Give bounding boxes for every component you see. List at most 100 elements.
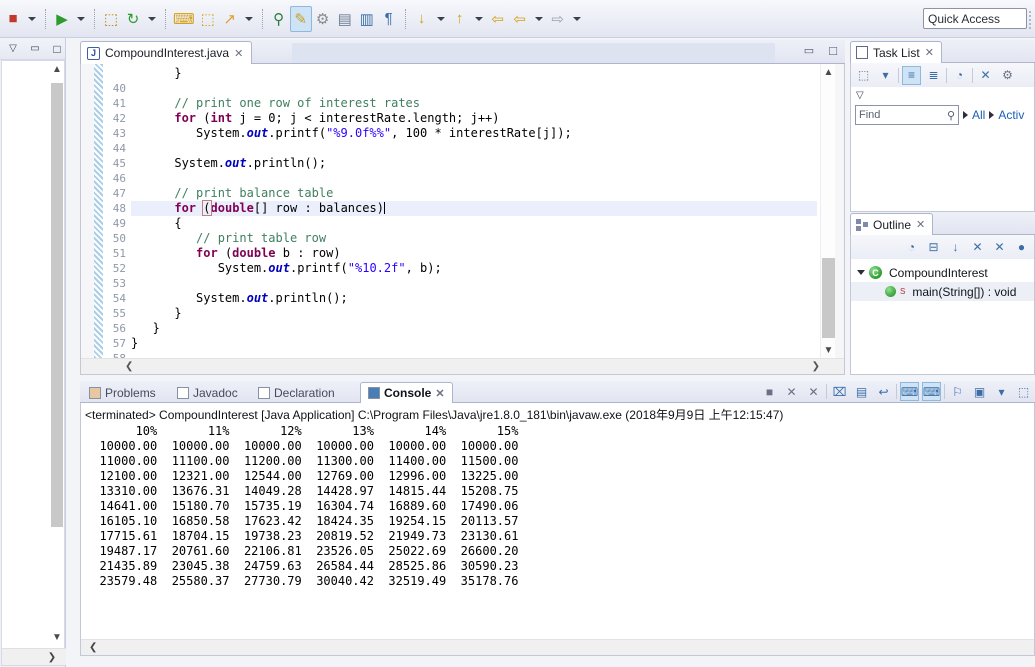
dropdown-arrow-4[interactable]	[244, 16, 253, 21]
terminate-icon[interactable]: ■	[760, 382, 779, 401]
code-line[interactable]: {	[131, 216, 817, 231]
tab-outline[interactable]: Outline ✕	[850, 213, 934, 235]
close-icon[interactable]: ✕	[234, 47, 243, 60]
code-line[interactable]: for (double b : row)	[131, 246, 817, 261]
annotation-ruler[interactable]	[81, 64, 94, 358]
outline-tree-item[interactable]: Smain(String[]) : void	[851, 282, 1034, 301]
tab-declaration[interactable]: Declaration	[251, 382, 342, 403]
open-type-icon[interactable]: ⌨	[171, 6, 197, 32]
run-last-tool-icon[interactable]: ↗	[219, 6, 241, 32]
maximize-icon[interactable]: □	[50, 42, 64, 56]
dropdown-arrow-2[interactable]	[77, 16, 85, 21]
code-line[interactable]: // print table row	[131, 231, 817, 246]
scroll-down-icon[interactable]: ▼	[821, 342, 836, 358]
next-annotation-icon[interactable]: ↓	[411, 6, 433, 32]
code-line[interactable]	[131, 351, 817, 358]
show-console-on-output-icon[interactable]: ⌨	[900, 382, 919, 401]
previous-annotation-icon[interactable]: ↑	[449, 6, 471, 32]
display-console-dropdown-icon[interactable]: ▾	[992, 382, 1011, 401]
editor-vertical-scrollbar[interactable]: ▲ ▼	[820, 64, 835, 358]
pilcrow-icon[interactable]: ¶	[378, 6, 400, 32]
minimize-icon[interactable]: ▭	[28, 43, 42, 55]
synchronize-changed-icon[interactable]: ✕	[976, 66, 995, 85]
show-whitespace-icon[interactable]: ▥	[356, 6, 378, 32]
code-line[interactable]: for (double[] row : balances)	[131, 200, 817, 216]
left-horizontal-scrollbar[interactable]: ❯	[2, 648, 66, 665]
scroll-up-icon[interactable]: ▲	[821, 64, 836, 80]
minimize-icon[interactable]: ▭	[801, 43, 817, 58]
code-line[interactable]: for (int j = 0; j < interestRate.length;…	[131, 111, 817, 126]
console-horizontal-scrollbar[interactable]: ❮	[81, 639, 1034, 655]
editor-tab-compoundinterest[interactable]: J CompoundInterest.java ✕	[80, 41, 253, 64]
source-code[interactable]: } // print one row of interest rates for…	[131, 64, 817, 358]
overview-ruler[interactable]	[835, 64, 844, 358]
search-icon[interactable]: ⚲	[947, 109, 955, 122]
remove-all-terminated-icon[interactable]: ✕	[804, 382, 823, 401]
code-line[interactable]: }	[131, 321, 817, 336]
dropdown-arrow-6[interactable]	[474, 16, 483, 21]
maximize-icon[interactable]: □	[825, 43, 841, 58]
close-icon[interactable]: ✕	[925, 46, 934, 59]
console-body[interactable]: <terminated> CompoundInterest [Java Appl…	[80, 403, 1035, 656]
code-line[interactable]: }	[131, 306, 817, 321]
display-selected-console-icon[interactable]: ▣	[970, 382, 989, 401]
filter-all-arrow-icon[interactable]	[963, 111, 968, 119]
scroll-thumb[interactable]	[822, 258, 835, 338]
remove-launch-icon[interactable]: ✕	[782, 382, 801, 401]
code-line[interactable]	[131, 171, 817, 186]
scheduled-presentation-icon[interactable]: ≣	[924, 66, 943, 85]
last-edit-location-icon[interactable]: ⇦	[509, 6, 531, 32]
restore-icon[interactable]: ▽	[6, 43, 20, 55]
filter-active-link[interactable]: Activ	[998, 108, 1024, 122]
code-line[interactable]	[131, 81, 817, 96]
code-line[interactable]: }	[131, 66, 817, 81]
filter-active-arrow-icon[interactable]	[989, 111, 995, 119]
tab-javadoc[interactable]: Javadoc	[170, 382, 245, 403]
close-icon[interactable]: ✕	[435, 387, 444, 400]
editor-horizontal-scrollbar[interactable]: ❮ ❯	[81, 358, 844, 374]
scroll-down-icon[interactable]: ▼	[50, 629, 64, 645]
pin-console-icon[interactable]: ⚐	[948, 382, 967, 401]
refresh-icon[interactable]: ↻	[122, 6, 144, 32]
back-history-icon[interactable]: ⇦	[487, 6, 509, 32]
forward-history-icon[interactable]: ⇨	[547, 6, 569, 32]
tab-problems[interactable]: Problems	[82, 382, 163, 403]
outline-tree-item[interactable]: C CompoundInterest	[851, 263, 1034, 282]
tab-console[interactable]: Console ✕	[360, 382, 453, 403]
dropdown-arrow-7[interactable]	[534, 16, 543, 21]
stop-icon[interactable]: ■	[2, 6, 24, 32]
folding-ruler[interactable]	[94, 64, 103, 358]
collapse-all-icon[interactable]: ⊟	[924, 238, 943, 257]
scroll-lock-icon[interactable]: ▤	[852, 382, 871, 401]
view-menu-icon[interactable]: ⚙	[998, 66, 1017, 85]
new-task-dropdown-icon[interactable]: ▾	[876, 66, 895, 85]
open-console-icon[interactable]: ⬚	[1014, 382, 1033, 401]
dropdown-arrow-5[interactable]	[436, 16, 445, 21]
new-task-icon[interactable]: ⬚	[854, 66, 873, 85]
dropdown-arrow-8[interactable]	[572, 16, 581, 21]
search-icon[interactable]: ⚲	[268, 6, 290, 32]
outline-tree[interactable]: C CompoundInterest Smain(String[]) : void	[851, 259, 1034, 301]
dropdown-arrow-1[interactable]	[28, 16, 36, 21]
toggle-mark-occurrences-icon[interactable]: ⚙	[312, 6, 334, 32]
word-wrap-icon[interactable]: ↩	[874, 382, 893, 401]
code-line[interactable]: // print balance table	[131, 186, 817, 201]
tab-task-list[interactable]: Task List ✕	[850, 41, 942, 63]
hide-nonpublic-icon[interactable]: ●	[1012, 238, 1031, 257]
editor-text-area[interactable]: 40414243444546474849505152535455565758 }…	[80, 64, 845, 375]
code-line[interactable]: System.out.println();	[131, 156, 817, 171]
edit-mode-icon[interactable]: ✎	[289, 5, 312, 32]
code-line[interactable]: System.out.printf("%9.0f%%", 100 * inter…	[131, 126, 817, 141]
focus-on-active-task-icon[interactable]: ◔	[902, 238, 921, 257]
code-line[interactable]	[131, 276, 817, 291]
sort-icon[interactable]: ↓	[946, 238, 965, 257]
left-vertical-scrollbar[interactable]: ▲ ▼	[50, 61, 64, 645]
scroll-right-icon[interactable]: ❯	[812, 361, 820, 372]
scroll-left-icon[interactable]: ❮	[89, 642, 97, 653]
focus-on-workweek-icon[interactable]: ◔	[950, 66, 969, 85]
code-line[interactable]: System.out.printf("%10.2f", b);	[131, 261, 817, 276]
clear-console-icon[interactable]: ⌧	[830, 382, 849, 401]
show-console-on-error-icon[interactable]: ⌨	[922, 382, 941, 401]
debug-icon[interactable]: ▶	[51, 6, 73, 32]
dropdown-arrow-3[interactable]	[148, 16, 156, 21]
